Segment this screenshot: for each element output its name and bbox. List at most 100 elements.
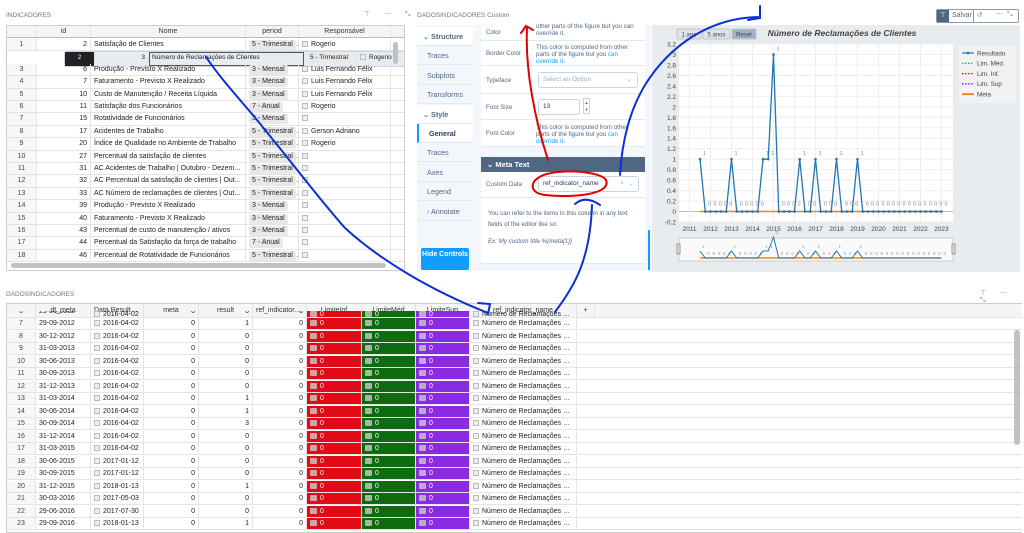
nav-item-annotate[interactable]: › Annotate <box>417 202 473 221</box>
data-point[interactable] <box>777 210 781 213</box>
responsavel-cell[interactable] <box>299 237 391 249</box>
row-number[interactable]: 7 <box>7 113 37 125</box>
row-number[interactable]: 17 <box>7 443 36 455</box>
table-row[interactable]: 21 30-03-2016 2017-05-03 0 0 0 0 0 0 Número de Re… <box>7 493 1022 506</box>
responsavel-cell[interactable]: Rogerio <box>299 39 391 51</box>
nome-cell[interactable]: Satisfação de Clientes <box>91 39 246 51</box>
meta-cell[interactable]: 0 <box>144 430 199 442</box>
row-number[interactable]: 14 <box>7 405 36 417</box>
nome-cell[interactable]: Rotatividade de Funcionários <box>91 113 246 125</box>
data-point[interactable] <box>919 210 922 213</box>
limite-sup-cell[interactable]: 0 <box>416 468 470 480</box>
dt-meta-cell[interactable]: 31-12-2013 <box>36 380 91 392</box>
responsavel-cell[interactable]: Luis Fernando Félix <box>299 63 391 76</box>
data-point[interactable] <box>934 210 938 213</box>
limite-med-cell[interactable]: 0 <box>362 343 416 355</box>
data-point[interactable] <box>808 210 812 213</box>
row-number[interactable]: 16 <box>7 225 37 237</box>
ref-indicator-name-cell[interactable]: Número de Reclamações de Clientes <box>470 318 577 330</box>
id-cell[interactable]: 2 <box>37 39 91 51</box>
ref-indicator-name-cell[interactable]: Número de Reclamações de Clientes <box>470 455 577 467</box>
id-cell[interactable]: 7 <box>37 76 91 88</box>
meta-cell[interactable]: 0 <box>144 368 199 380</box>
data-point[interactable] <box>908 210 912 213</box>
row-number[interactable]: 19 <box>7 468 36 480</box>
checkbox-icon[interactable] <box>94 482 100 489</box>
data-point[interactable] <box>714 210 718 213</box>
limite-med-cell[interactable]: 0 <box>362 311 416 317</box>
result-cell[interactable]: 0 <box>199 468 253 480</box>
checkbox-icon[interactable] <box>94 495 100 501</box>
checkbox-icon[interactable] <box>302 78 308 85</box>
data-point[interactable] <box>882 210 886 213</box>
data-resultado-cell[interactable]: 2016-04-02 <box>91 330 144 342</box>
checkbox-icon[interactable] <box>94 345 100 351</box>
data-point[interactable] <box>840 210 844 213</box>
row-number[interactable]: 6 <box>7 311 36 317</box>
row-number[interactable]: 21 <box>7 493 36 505</box>
result-cell[interactable]: 0 <box>199 330 253 342</box>
period-cell[interactable]: 5 - Trimestral <box>246 150 299 162</box>
responsavel-cell[interactable] <box>299 150 391 162</box>
data-point[interactable] <box>798 157 802 161</box>
limite-inf-cell[interactable]: 0 <box>307 393 362 405</box>
table-row[interactable]: 10 27 Percentual da satisfação de clientes… <box>7 150 404 163</box>
dt-meta-cell[interactable]: 29-06-2016 <box>36 505 91 517</box>
checkbox-icon[interactable] <box>94 311 100 317</box>
table-row[interactable]: 17 31-03-2015 2016-04-02 0 0 0 0 0 0 Número de Re… <box>7 443 1022 456</box>
ref-indicator-ki-cell[interactable]: 0 <box>253 393 307 405</box>
result-cell[interactable]: 0 <box>199 380 253 392</box>
ref-indicator-ki-cell[interactable]: 0 <box>253 505 307 517</box>
result-cell[interactable]: 0 <box>199 343 253 355</box>
ref-indicator-name-cell[interactable]: Número de Reclamações de Clientes <box>470 355 577 367</box>
data-point[interactable] <box>740 210 744 213</box>
nome-cell[interactable]: Faturamento - Previsto X Realizado <box>91 76 246 88</box>
data-resultado-cell[interactable]: 2017-05-03 <box>91 493 144 505</box>
limite-inf-cell[interactable]: 0 <box>307 430 362 442</box>
id-cell[interactable]: 17 <box>37 125 91 138</box>
checkbox-icon[interactable] <box>302 202 308 209</box>
limite-med-cell[interactable]: 0 <box>362 405 416 417</box>
limite-sup-cell[interactable]: 0 <box>416 480 470 492</box>
row-number[interactable]: 12 <box>7 175 37 187</box>
limite-inf-cell[interactable]: 0 <box>307 493 362 505</box>
result-cell[interactable]: 1 <box>199 393 253 405</box>
limite-med-cell[interactable]: 0 <box>362 330 416 342</box>
responsavel-cell[interactable] <box>299 175 391 187</box>
dt-meta-cell[interactable]: 29-06-2012 <box>36 311 91 317</box>
dt-meta-cell[interactable]: 30-03-2016 <box>36 493 91 505</box>
data-point[interactable] <box>782 210 786 213</box>
table-row[interactable]: 7 29-09-2012 2016-04-02 0 1 0 0 0 0 Número de Rec… <box>7 318 1022 331</box>
column-header[interactable]: period <box>246 26 299 38</box>
data-point[interactable] <box>719 210 723 213</box>
data-point[interactable] <box>751 210 754 213</box>
nome-cell[interactable]: Custo de Manutenção / Receita Líquida <box>91 88 246 100</box>
row-number[interactable]: 11 <box>7 163 37 175</box>
data-point[interactable] <box>756 210 760 213</box>
ref-indicator-name-cell[interactable]: Número de Reclamações de Clientes <box>470 311 577 317</box>
data-point[interactable] <box>861 210 865 213</box>
data-resultado-cell[interactable]: 2016-04-02 <box>91 368 144 380</box>
plot-svg[interactable]: -0.2 0 0.2 0.4 0.6 0.8 1 1.2 1.4 1.6 1.8 2 2.2 2.4 2.6… <box>652 25 1020 272</box>
limite-inf-cell[interactable]: 0 <box>307 443 362 455</box>
ref-indicator-ki-cell[interactable]: 0 <box>253 405 307 417</box>
dt-meta-cell[interactable]: 30-06-2013 <box>36 355 91 367</box>
id-cell[interactable]: 31 <box>37 163 91 175</box>
data-point[interactable] <box>698 157 702 161</box>
responsavel-cell[interactable] <box>299 187 391 200</box>
data-point[interactable] <box>892 210 896 213</box>
limite-inf-cell[interactable]: 0 <box>307 355 362 367</box>
meta-cell[interactable]: 0 <box>144 518 199 530</box>
checkbox-icon[interactable] <box>473 311 479 317</box>
data-resultado-cell[interactable]: 2017-07-30 <box>91 505 144 517</box>
column-header[interactable] <box>7 26 37 38</box>
data-point[interactable] <box>745 210 749 213</box>
checkbox-icon[interactable] <box>302 152 308 159</box>
responsavel-cell[interactable]: Gerson Adriano <box>299 125 391 138</box>
checkbox-icon[interactable] <box>473 382 479 389</box>
id-cell[interactable]: 43 <box>37 225 91 237</box>
checkbox-icon[interactable] <box>473 445 479 451</box>
table-row[interactable]: 9 20 Índice de Qualidade no Ambiente de Tr… <box>7 138 404 151</box>
data-point[interactable] <box>898 210 901 213</box>
responsavel-cell[interactable] <box>299 163 391 175</box>
